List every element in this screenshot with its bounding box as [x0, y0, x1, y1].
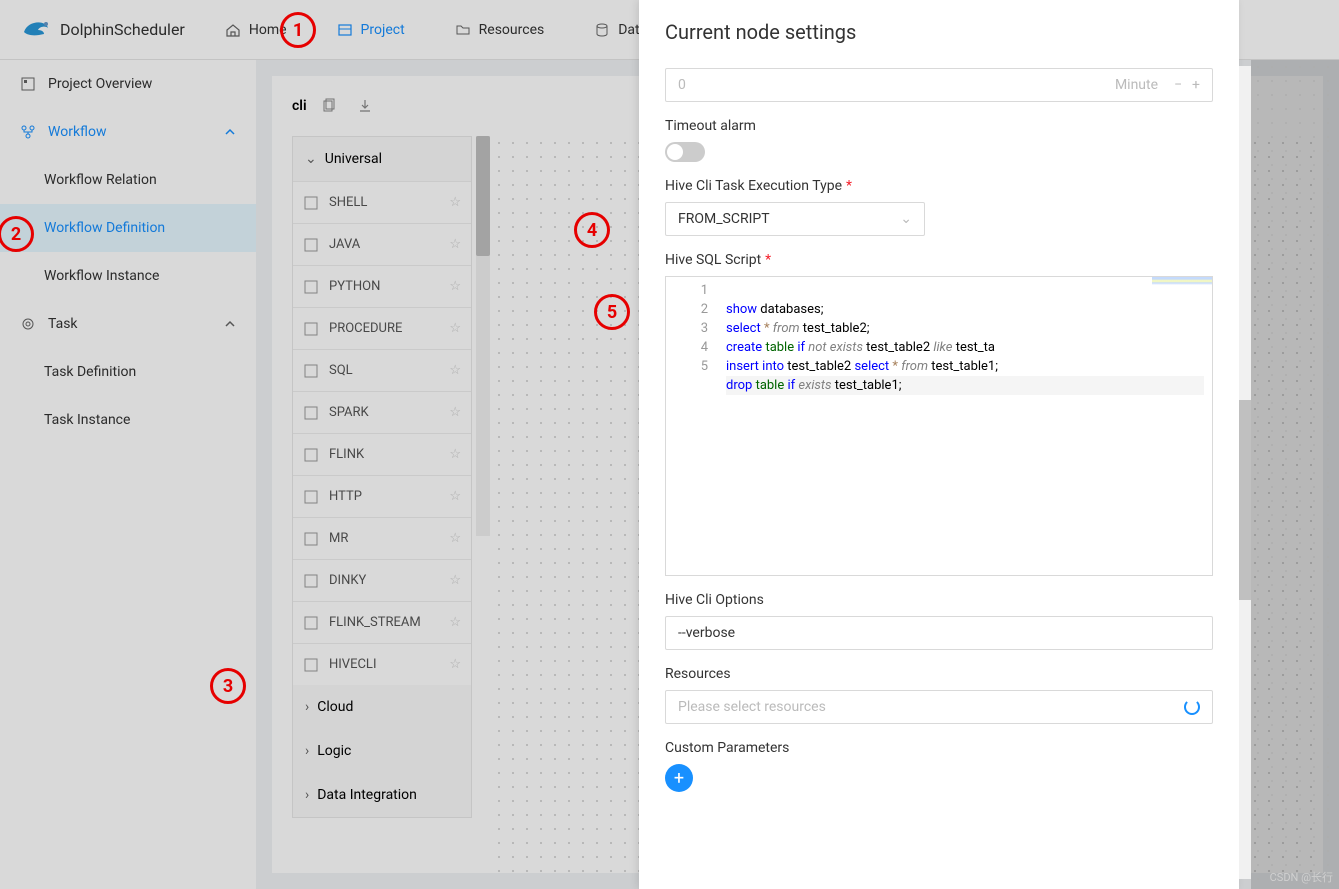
timeout-value: 0	[678, 77, 686, 93]
plus-icon[interactable]: +	[1192, 77, 1200, 93]
annotation-4: 4	[574, 212, 610, 248]
panel-scrollbar-thumb[interactable]	[1239, 400, 1251, 600]
timeout-alarm-toggle[interactable]	[665, 142, 705, 162]
resources-select[interactable]: Please select resources	[665, 690, 1213, 724]
resources-label: Resources	[665, 666, 1213, 682]
canvas-right-strip	[1251, 60, 1339, 889]
exec-type-label: Hive Cli Task Execution Type*	[665, 178, 1213, 194]
sql-editor[interactable]: 12345 show databases; select * from test…	[665, 276, 1213, 576]
custom-params-label: Custom Parameters	[665, 740, 1213, 756]
editor-minimap	[1152, 277, 1212, 297]
add-param-button[interactable]: +	[665, 764, 693, 792]
exec-type-select[interactable]: FROM_SCRIPT ⌄	[665, 202, 925, 236]
node-settings-panel: Current node settings 0 Minute −+ Timeou…	[639, 0, 1239, 889]
annotation-1: 1	[280, 12, 316, 48]
timeout-stepper[interactable]: 0 Minute −+	[665, 68, 1213, 102]
minus-icon[interactable]: −	[1174, 77, 1182, 93]
panel-title: Current node settings	[639, 0, 1239, 52]
annotation-3: 3	[210, 668, 246, 704]
editor-gutter: 12345	[666, 277, 718, 575]
watermark: CSDN @长行	[1270, 869, 1333, 885]
sql-script-label: Hive SQL Script*	[665, 252, 1213, 268]
annotation-5: 5	[594, 294, 630, 330]
editor-code[interactable]: show databases; select * from test_table…	[718, 277, 1212, 575]
cli-options-value: --verbose	[678, 625, 735, 641]
cli-options-label: Hive Cli Options	[665, 592, 1213, 608]
loading-spinner-icon	[1184, 699, 1200, 715]
timeout-alarm-label: Timeout alarm	[665, 118, 1213, 134]
resources-placeholder: Please select resources	[678, 699, 826, 715]
exec-type-value: FROM_SCRIPT	[678, 211, 770, 227]
chevron-down-icon: ⌄	[900, 211, 912, 227]
timeout-unit: Minute	[1115, 77, 1158, 93]
cli-options-input[interactable]: --verbose	[665, 616, 1213, 650]
